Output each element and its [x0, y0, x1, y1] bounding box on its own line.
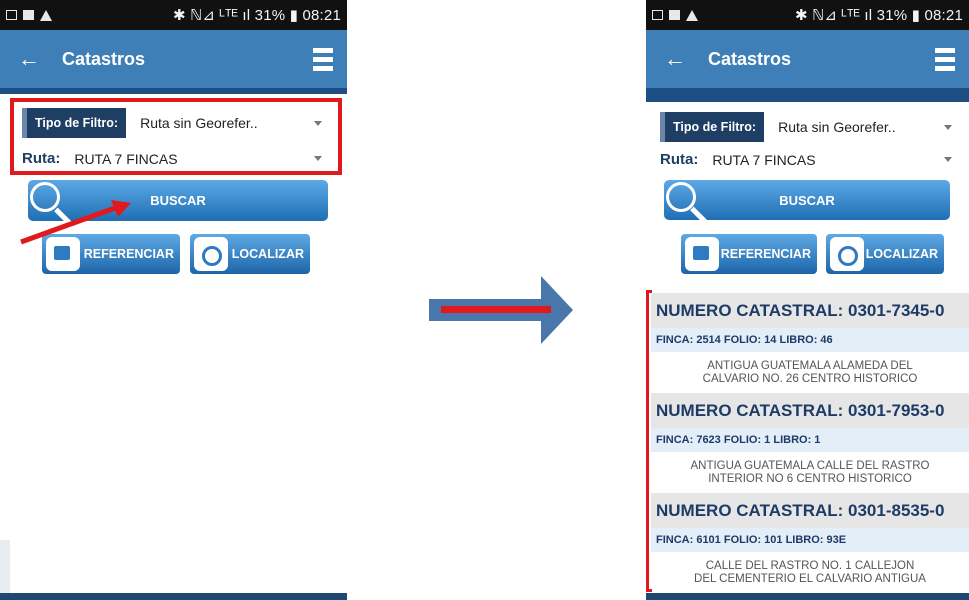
results-highlight-bracket	[646, 290, 652, 592]
filter-type-label: Tipo de Filtro:	[660, 112, 765, 142]
page-title: Catastros	[708, 48, 792, 69]
localizar-button[interactable]: LOCALIZAR	[826, 234, 944, 274]
app-bar: ← Catastros	[646, 30, 969, 88]
referenciar-icon	[685, 237, 719, 271]
filter-highlight-box	[10, 98, 342, 175]
buscar-button[interactable]: BUSCAR	[664, 180, 950, 225]
address-line: ANTIGUA GUATEMALA ALAMEDA DEL	[707, 360, 913, 372]
list-item[interactable]: NUMERO CATASTRAL: 0301-7345-0 FINCA: 251…	[651, 293, 969, 393]
image-icon	[23, 10, 34, 20]
pointer-arrow	[20, 200, 131, 245]
address-line: INTERIOR NO 6 CENTRO HISTORICO	[708, 473, 912, 485]
referenciar-label: REFERENCIAR	[720, 247, 811, 261]
finca-folio-libro: FINCA: 6101 FOLIO: 101 LIBRO: 93E	[651, 528, 969, 552]
localizar-label: LOCALIZAR	[865, 247, 938, 261]
localizar-label: LOCALIZAR	[231, 247, 304, 261]
edge-shadow	[0, 540, 10, 594]
app-bar: ← Catastros	[0, 30, 347, 88]
finca-folio-libro: FINCA: 2514 FOLIO: 14 LIBRO: 46	[651, 328, 969, 352]
magnifier-handle	[690, 206, 708, 225]
address-text: ANTIGUA GUATEMALA ALAMEDA DEL CALVARIO N…	[651, 352, 969, 393]
screenshot-icon	[6, 10, 17, 20]
buscar-label: BUSCAR	[150, 193, 206, 208]
dropdown-caret-icon[interactable]	[944, 124, 952, 130]
status-left-icons	[652, 9, 698, 21]
phone-screen-before: ✱ ℕ⊿ ᴸᵀᴱ ıl 31% ▮ 08:21 ← Catastros Tipo…	[0, 0, 347, 600]
hamburger-menu-icon[interactable]	[313, 47, 333, 71]
numero-catastral: NUMERO CATASTRAL: 0301-8535-0	[651, 493, 969, 528]
ruta-value[interactable]: RUTA 7 FINCAS	[712, 152, 944, 168]
address-line: CALVARIO NO. 26 CENTRO HISTORICO	[702, 373, 918, 385]
app-bar-shadow	[0, 88, 347, 94]
hamburger-menu-icon[interactable]	[935, 47, 955, 71]
list-item[interactable]: NUMERO CATASTRAL: 0301-8535-0 FINCA: 610…	[651, 493, 969, 593]
status-text: ✱ ℕ⊿ ᴸᵀᴱ ıl 31% ▮ 08:21	[795, 7, 963, 24]
right-arrow-icon	[429, 276, 573, 344]
address-line: ANTIGUA GUATEMALA CALLE DEL RASTRO	[690, 460, 930, 472]
bottom-bar	[0, 593, 347, 600]
filter-type-value[interactable]: Ruta sin Georefer..	[778, 119, 944, 135]
localizar-icon	[830, 237, 864, 271]
status-left-icons	[6, 9, 52, 21]
alert-icon	[686, 9, 698, 21]
address-text: ANTIGUA GUATEMALA CALLE DEL RASTRO INTER…	[651, 452, 969, 493]
finca-folio-libro: FINCA: 7623 FOLIO: 1 LIBRO: 1	[651, 428, 969, 452]
image-icon	[669, 10, 680, 20]
dropdown-caret-icon[interactable]	[944, 157, 952, 162]
numero-catastral: NUMERO CATASTRAL: 0301-7953-0	[651, 393, 969, 428]
status-bar: ✱ ℕ⊿ ᴸᵀᴱ ıl 31% ▮ 08:21	[646, 0, 969, 30]
address-line: CALLE DEL RASTRO NO. 1 CALLEJON	[705, 560, 915, 572]
localizar-button[interactable]: LOCALIZAR	[190, 234, 310, 274]
ruta-label: Ruta:	[660, 151, 699, 168]
back-arrow-icon[interactable]: ←	[0, 46, 62, 72]
bottom-bar	[646, 593, 969, 600]
numero-catastral: NUMERO CATASTRAL: 0301-7345-0	[651, 293, 969, 328]
filter-type-select[interactable]: Tipo de Filtro: Ruta sin Georefer..	[660, 112, 952, 142]
ruta-select[interactable]: Ruta: RUTA 7 FINCAS	[660, 151, 952, 168]
referenciar-button[interactable]: REFERENCIAR	[681, 234, 817, 274]
alert-icon	[40, 9, 52, 21]
list-item[interactable]: NUMERO CATASTRAL: 0301-7953-0 FINCA: 762…	[651, 393, 969, 493]
address-line: DEL CEMENTERIO EL CALVARIO ANTIGUA	[694, 573, 926, 585]
localizar-icon	[194, 237, 228, 271]
buscar-label: BUSCAR	[779, 192, 835, 208]
address-text: CALLE DEL RASTRO NO. 1 CALLEJON DEL CEME…	[651, 552, 969, 593]
results-list: NUMERO CATASTRAL: 0301-7345-0 FINCA: 251…	[651, 293, 969, 593]
screenshot-icon	[652, 10, 663, 20]
status-bar: ✱ ℕ⊿ ᴸᵀᴱ ıl 31% ▮ 08:21	[0, 0, 347, 30]
page-title: Catastros	[62, 48, 146, 69]
status-text: ✱ ℕ⊿ ᴸᵀᴱ ıl 31% ▮ 08:21	[173, 7, 341, 24]
back-arrow-icon[interactable]: ←	[646, 46, 708, 72]
app-bar-shadow	[646, 88, 969, 102]
phone-screen-after: ✱ ℕ⊿ ᴸᵀᴱ ıl 31% ▮ 08:21 ← Catastros Tipo…	[646, 0, 969, 600]
